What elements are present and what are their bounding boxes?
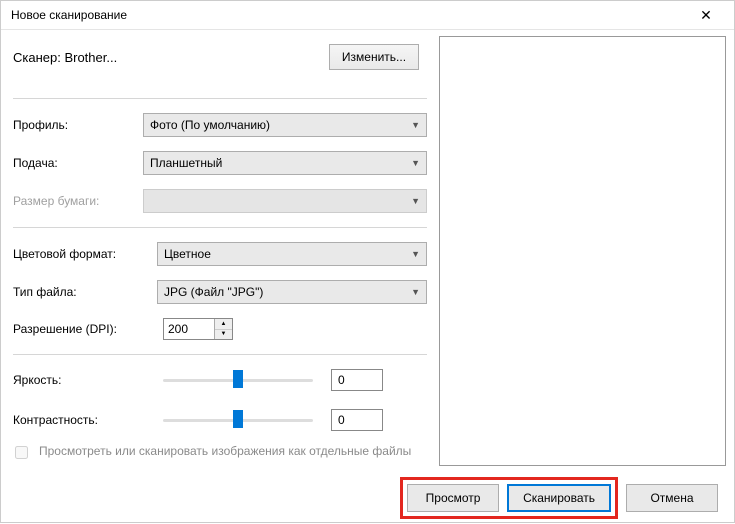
colorfmt-value: Цветное xyxy=(164,247,211,261)
contrast-slider[interactable] xyxy=(163,409,313,431)
profile-label: Профиль: xyxy=(13,118,143,132)
dpi-label: Разрешение (DPI): xyxy=(13,322,163,336)
separator xyxy=(13,227,427,228)
settings-panel: Сканер: Brother... Изменить... Профиль: … xyxy=(1,30,439,472)
scanner-row: Сканер: Brother... Изменить... xyxy=(13,44,427,70)
chevron-down-icon: ▼ xyxy=(411,249,420,259)
preview-button[interactable]: Просмотр xyxy=(407,484,499,512)
brightness-row: Яркость: 0 xyxy=(13,369,427,391)
separate-files-label: Просмотреть или сканировать изображения … xyxy=(39,444,411,460)
dpi-spin-buttons[interactable]: ▲ ▼ xyxy=(214,319,232,339)
format-group: Цветовой формат: Цветное ▼ Тип файла: xyxy=(13,242,427,354)
feed-select[interactable]: Планшетный ▼ xyxy=(143,151,427,175)
separator xyxy=(13,98,427,99)
dpi-spinner[interactable]: ▲ ▼ xyxy=(163,318,233,340)
window-title: Новое сканирование xyxy=(11,8,686,22)
cancel-button[interactable]: Отмена xyxy=(626,484,718,512)
profile-row: Профиль: Фото (По умолчанию) ▼ xyxy=(13,113,427,137)
preview-area xyxy=(439,36,726,466)
scan-button[interactable]: Сканировать xyxy=(507,484,611,512)
contrast-label: Контрастность: xyxy=(13,413,163,427)
feed-label: Подача: xyxy=(13,156,143,170)
close-icon[interactable]: ✕ xyxy=(686,1,726,29)
separate-files-row: Просмотреть или сканировать изображения … xyxy=(11,444,427,462)
brightness-label: Яркость: xyxy=(13,373,163,387)
feed-row: Подача: Планшетный ▼ xyxy=(13,151,427,175)
profile-value: Фото (По умолчанию) xyxy=(150,118,270,132)
profile-select[interactable]: Фото (По умолчанию) ▼ xyxy=(143,113,427,137)
chevron-down-icon: ▼ xyxy=(411,287,420,297)
filetype-select[interactable]: JPG (Файл "JPG") ▼ xyxy=(157,280,427,304)
colorfmt-select[interactable]: Цветное ▼ xyxy=(157,242,427,266)
spin-down-icon[interactable]: ▼ xyxy=(215,330,232,340)
chevron-down-icon: ▼ xyxy=(411,120,420,130)
paper-label: Размер бумаги: xyxy=(13,194,143,208)
scan-dialog: Новое сканирование ✕ Сканер: Brother... … xyxy=(0,0,735,523)
highlight-annotation: Просмотр Сканировать xyxy=(400,477,618,519)
preview-panel xyxy=(439,30,734,472)
paper-row: Размер бумаги: ▼ xyxy=(13,189,427,213)
colorfmt-row: Цветовой формат: Цветное ▼ xyxy=(13,242,427,266)
dpi-input[interactable] xyxy=(164,319,214,339)
chevron-down-icon: ▼ xyxy=(411,158,420,168)
separator xyxy=(13,354,427,355)
titlebar: Новое сканирование ✕ xyxy=(1,1,734,30)
content: Сканер: Brother... Изменить... Профиль: … xyxy=(1,30,734,524)
dpi-row: Разрешение (DPI): ▲ ▼ xyxy=(13,318,427,340)
scanner-label: Сканер: Brother... xyxy=(13,50,117,65)
chevron-down-icon: ▼ xyxy=(411,196,420,206)
spin-up-icon[interactable]: ▲ xyxy=(215,319,232,330)
brightness-value[interactable]: 0 xyxy=(331,369,383,391)
contrast-value[interactable]: 0 xyxy=(331,409,383,431)
main-area: Сканер: Brother... Изменить... Профиль: … xyxy=(1,30,734,472)
separate-files-checkbox xyxy=(15,446,28,459)
filetype-value: JPG (Файл "JPG") xyxy=(164,285,263,299)
feed-value: Планшетный xyxy=(150,156,222,170)
change-scanner-button[interactable]: Изменить... xyxy=(329,44,419,70)
brightness-slider[interactable] xyxy=(163,369,313,391)
colorfmt-label: Цветовой формат: xyxy=(13,247,157,261)
footer: Просмотр Сканировать Отмена xyxy=(1,472,734,524)
slider-thumb[interactable] xyxy=(233,370,243,388)
slider-thumb[interactable] xyxy=(233,410,243,428)
filetype-row: Тип файла: JPG (Файл "JPG") ▼ xyxy=(13,280,427,304)
paper-select: ▼ xyxy=(143,189,427,213)
contrast-row: Контрастность: 0 xyxy=(13,409,427,431)
filetype-label: Тип файла: xyxy=(13,285,157,299)
